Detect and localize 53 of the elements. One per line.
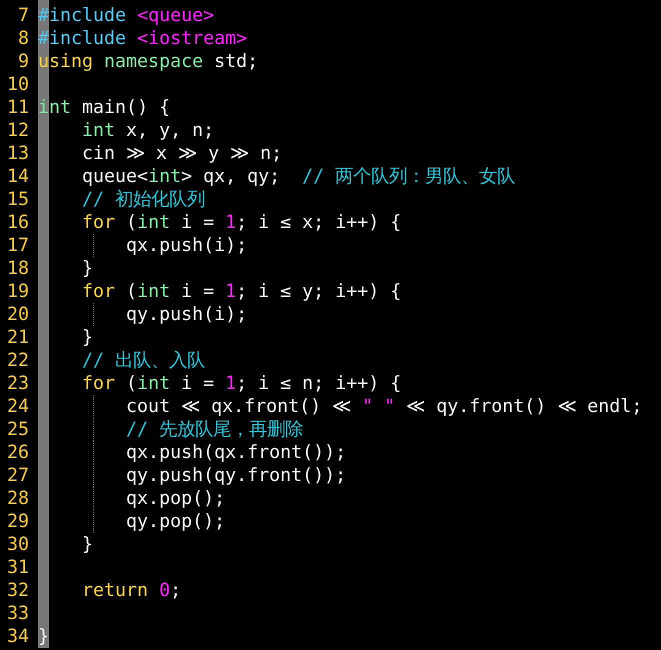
code-line: queue<int> qx, qy; // 两个队列：男队、女队 (81, 165, 516, 188)
code-line: qx.push(qx.front()); (125, 441, 346, 464)
code-line: #include <iostream> (38, 27, 248, 50)
code-line: } (38, 625, 50, 648)
line-number: 15 (6, 188, 29, 211)
line-number: 27 (6, 464, 29, 487)
code-line: for (int i = 1; i ≤ y; i++) { (81, 280, 402, 303)
code-line: qy.push(i); (125, 303, 248, 326)
line-number: 7 (16, 4, 29, 27)
line-number: 9 (16, 50, 29, 73)
line-number: 17 (6, 234, 29, 257)
line-number: 14 (6, 165, 29, 188)
code-line: // 出队、入队 (81, 349, 206, 372)
code-line: for (int i = 1; i ≤ n; i++) { (81, 372, 402, 395)
line-number: 33 (6, 602, 29, 625)
line-number: 10 (6, 73, 29, 96)
line-number: 21 (6, 326, 29, 349)
line-number: 8 (16, 27, 29, 50)
code-line: using namespace std; (38, 50, 258, 73)
line-number: 28 (6, 487, 29, 510)
code-line: qy.push(qy.front()); (125, 464, 346, 487)
code-line: #include <queue> (38, 4, 214, 27)
line-number: 31 (6, 556, 29, 579)
line-number: 18 (6, 257, 29, 280)
code-line: int x, y, n; (81, 119, 214, 142)
code-line: return 0; (81, 579, 182, 602)
line-number: 23 (6, 372, 29, 395)
code-line: // 先放队尾，再删除 (125, 418, 304, 441)
line-number: 32 (6, 579, 29, 602)
code-line: } (81, 326, 94, 349)
code-line: qx.pop(); (125, 487, 226, 510)
code-line: qy.pop(); (125, 510, 226, 533)
line-number: 12 (6, 119, 29, 142)
line-number: 24 (6, 395, 29, 418)
line-number: 22 (6, 349, 29, 372)
code-line: cin ≫ x ≫ y ≫ n; (81, 142, 282, 165)
line-number: 34 (6, 625, 29, 648)
code-line: cout ≪ qx.front() ≪ " " ≪ qy.front() ≪ endl; (125, 395, 642, 418)
line-number: 25 (6, 418, 29, 441)
line-number: 11 (6, 96, 29, 119)
code-line: } (81, 533, 94, 556)
line-number: 13 (6, 142, 29, 165)
line-number: 30 (6, 533, 29, 556)
code-line: for (int i = 1; i ≤ x; i++) { (81, 211, 402, 234)
code-line: int main() { (38, 96, 170, 119)
line-number: 29 (6, 510, 29, 533)
code-line: qx.push(i); (125, 234, 248, 257)
line-number: 20 (6, 303, 29, 326)
code-line: } (81, 257, 94, 280)
line-number: 26 (6, 441, 29, 464)
code-line: // 初始化队列 (81, 188, 206, 211)
line-number: 19 (6, 280, 29, 303)
line-number: 16 (6, 211, 29, 234)
